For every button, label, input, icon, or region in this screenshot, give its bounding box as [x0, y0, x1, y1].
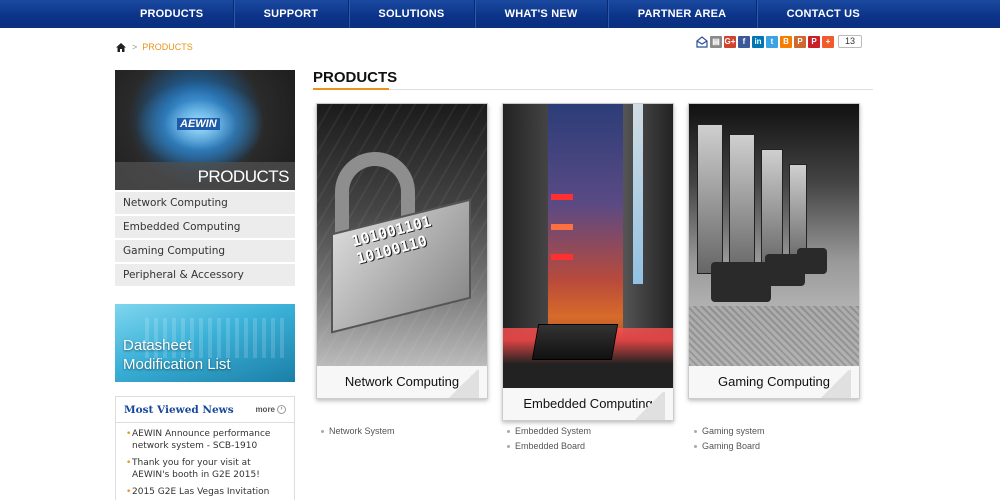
google-plus-icon[interactable]: G+ [724, 35, 736, 48]
most-viewed-header: Most Viewed News more › [116, 397, 294, 423]
nav-whats-new[interactable]: WHAT'S NEW [505, 8, 578, 20]
link-embedded-system[interactable]: Embedded System [507, 424, 591, 439]
category-network-computing[interactable]: Network Computing [115, 192, 295, 214]
print-icon[interactable]: ▤ [710, 35, 722, 48]
embedded-sublinks: Embedded System Embedded Board [507, 424, 591, 454]
category-peripheral-accessory[interactable]: Peripheral & Accessory [115, 264, 295, 286]
news-list: AEWIN Announce performance network syste… [116, 423, 294, 499]
arrow-right-icon: › [277, 405, 286, 414]
title-accent [313, 88, 389, 90]
news-item[interactable]: Thank you for your visit at AEWIN's boot… [126, 458, 286, 481]
datasheet-line1: Datasheet [123, 337, 192, 354]
category-gaming-computing[interactable]: Gaming Computing [115, 240, 295, 262]
product-card-network-computing[interactable]: 101001101 10100110 Network Computing [316, 103, 488, 399]
datasheet-line2: Modification List [123, 356, 231, 373]
pinterest-icon[interactable]: P [808, 35, 820, 48]
category-list: Network Computing Embedded Computing Gam… [115, 192, 295, 286]
banner-label: PRODUCTS [197, 167, 290, 186]
nav-contact-us[interactable]: CONTACT US [787, 8, 860, 20]
top-navigation: PRODUCTS SUPPORT SOLUTIONS WHAT'S NEW PA… [0, 0, 1000, 28]
home-icon[interactable] [116, 42, 126, 52]
link-network-system[interactable]: Network System [321, 424, 395, 439]
link-gaming-system[interactable]: Gaming system [694, 424, 765, 439]
card-caption: Gaming Computing [689, 366, 859, 398]
nav-divider [474, 0, 475, 28]
network-computing-image: 101001101 10100110 [317, 104, 487, 366]
nav-divider [755, 0, 757, 28]
facebook-icon[interactable]: f [738, 35, 750, 48]
product-card-embedded-computing[interactable]: Embedded Computing [502, 103, 674, 421]
more-share-icon[interactable]: + [822, 35, 834, 48]
card-caption: Network Computing [317, 366, 487, 398]
embedded-computing-image [503, 104, 673, 388]
datasheet-modification-banner[interactable]: Datasheet Modification List [115, 304, 295, 382]
nav-partner-area[interactable]: PARTNER AREA [638, 8, 727, 20]
twitter-icon[interactable]: t [766, 35, 778, 48]
share-bar: ▤ G+ f in t B P P + 13 [696, 35, 863, 48]
gaming-computing-image [689, 104, 859, 366]
category-embedded-computing[interactable]: Embedded Computing [115, 216, 295, 238]
more-label: more [255, 405, 275, 414]
most-viewed-title: Most Viewed News [124, 403, 234, 416]
banner-brand-logo: AEWIN [177, 118, 220, 130]
title-divider [313, 89, 873, 90]
more-link[interactable]: more › [255, 405, 286, 414]
linkedin-icon[interactable]: in [752, 35, 764, 48]
nav-support[interactable]: SUPPORT [264, 8, 319, 20]
nav-solutions[interactable]: SOLUTIONS [378, 8, 444, 20]
link-gaming-board[interactable]: Gaming Board [694, 439, 765, 454]
page-title: PRODUCTS [313, 69, 398, 86]
email-icon[interactable] [696, 35, 708, 48]
card-caption: Embedded Computing [503, 388, 673, 420]
network-sublinks: Network System [321, 424, 395, 439]
share-count: 13 [838, 35, 863, 48]
nav-products[interactable]: PRODUCTS [140, 8, 203, 20]
gaming-sublinks: Gaming system Gaming Board [694, 424, 765, 454]
most-viewed-news: Most Viewed News more › AEWIN Announce p… [115, 396, 295, 500]
sidebar: AEWIN PRODUCTS Network Computing Embedde… [115, 70, 295, 288]
news-item[interactable]: AEWIN Announce performance network syste… [126, 429, 286, 452]
nav-divider [347, 0, 349, 28]
products-banner: AEWIN PRODUCTS [115, 70, 295, 190]
product-card-gaming-computing[interactable]: Gaming Computing [688, 103, 860, 399]
plurk-icon[interactable]: P [794, 35, 806, 48]
blogger-icon[interactable]: B [780, 35, 792, 48]
breadcrumb-current: PRODUCTS [142, 42, 193, 52]
news-item[interactable]: 2015 G2E Las Vegas Invitation [126, 487, 286, 499]
breadcrumb-separator: > [132, 42, 138, 52]
link-embedded-board[interactable]: Embedded Board [507, 439, 591, 454]
nav-divider [232, 0, 234, 28]
nav-divider [607, 0, 609, 28]
breadcrumb: > PRODUCTS [116, 42, 193, 52]
